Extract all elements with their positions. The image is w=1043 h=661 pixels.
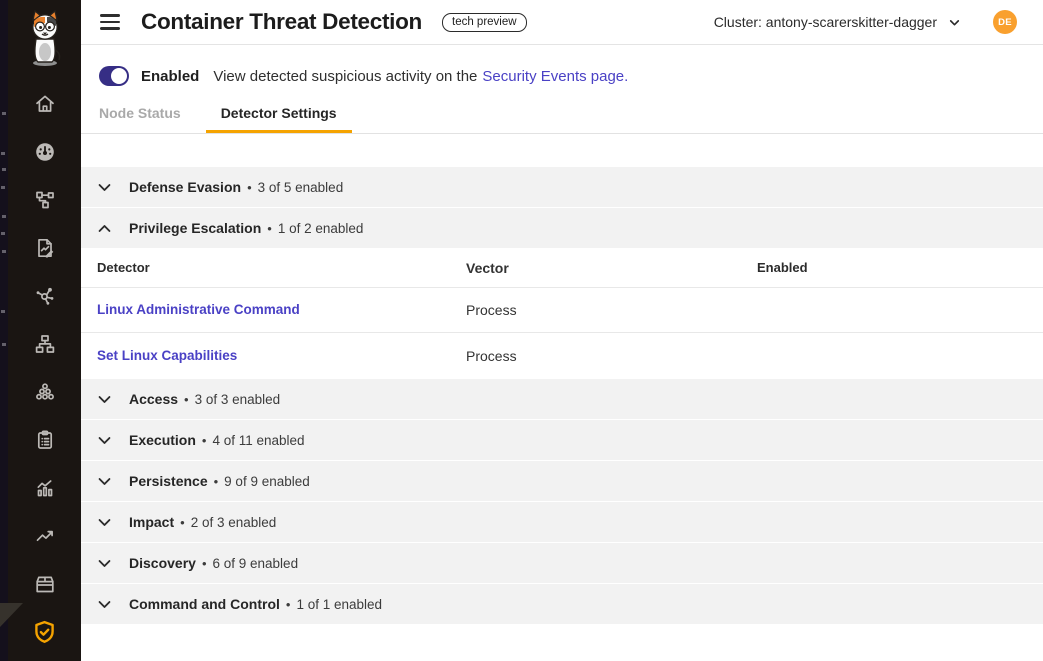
category-title: Persistence [129, 473, 208, 489]
corner-wedge-decoration [0, 603, 23, 627]
cat-mascot-logo[interactable] [21, 10, 69, 68]
category-section: Access • 3 of 3 enabled [81, 379, 1043, 419]
category-title: Execution [129, 432, 196, 448]
detector-sections: Defense Evasion • 3 of 5 enabled Privile… [81, 167, 1043, 624]
service-map-icon[interactable] [8, 272, 81, 320]
bullet-separator: • [214, 474, 219, 489]
cluster-selector-label: Cluster: antony-scarerskitter-dagger [714, 14, 937, 30]
report-edit-icon[interactable] [8, 224, 81, 272]
category-header[interactable]: Privilege Escalation • 1 of 2 enabled [81, 208, 1043, 248]
sub-header: Enabled View detected suspicious activit… [81, 45, 1043, 134]
bullet-separator: • [286, 597, 291, 612]
tech-preview-badge: tech preview [442, 13, 527, 32]
category-title: Command and Control [129, 596, 280, 612]
category-header[interactable]: Persistence • 9 of 9 enabled [81, 461, 1043, 501]
category-header[interactable]: Impact • 2 of 3 enabled [81, 502, 1043, 542]
bullet-separator: • [202, 556, 207, 571]
category-summary: 1 of 1 enabled [296, 597, 382, 612]
category-summary: 9 of 9 enabled [224, 474, 310, 489]
category-header[interactable]: Command and Control • 1 of 1 enabled [81, 584, 1043, 624]
category-header[interactable]: Execution • 4 of 11 enabled [81, 420, 1043, 460]
category-summary: 2 of 3 enabled [191, 515, 277, 530]
page-title: Container Threat Detection [141, 9, 422, 35]
detector-link[interactable]: Set Linux Capabilities [97, 348, 237, 363]
detector-table: Detector Vector Enabled Linux Administra… [81, 248, 1043, 378]
category-header[interactable]: Discovery • 6 of 9 enabled [81, 543, 1043, 583]
category-section: Discovery • 6 of 9 enabled [81, 543, 1043, 583]
main-panel: Container Threat Detection tech preview … [81, 0, 1043, 661]
bullet-separator: • [180, 515, 185, 530]
cluster-nodes-icon[interactable] [8, 368, 81, 416]
sidebar-nav [8, 80, 81, 656]
app-window: Container Threat Detection tech preview … [0, 0, 1043, 661]
tab-detector-settings[interactable]: Detector Settings [206, 105, 352, 133]
enabled-label: Enabled [141, 68, 199, 85]
bullet-separator: • [202, 433, 207, 448]
category-section: Execution • 4 of 11 enabled [81, 420, 1043, 460]
top-header: Container Threat Detection tech preview … [81, 0, 1043, 45]
clipboard-icon[interactable] [8, 416, 81, 464]
tab-bar: Node Status Detector Settings [81, 105, 1043, 133]
left-edge-strip [0, 0, 8, 661]
package-box-icon[interactable] [8, 560, 81, 608]
category-header[interactable]: Defense Evasion • 3 of 5 enabled [81, 167, 1043, 207]
chevron-icon [96, 473, 113, 490]
sidebar [8, 0, 81, 661]
chevron-icon [96, 220, 113, 237]
vector-value: Process [466, 348, 757, 364]
category-title: Access [129, 391, 178, 407]
chevron-icon [96, 555, 113, 572]
chevron-icon [96, 432, 113, 449]
bullet-separator: • [267, 221, 272, 236]
category-section: Persistence • 9 of 9 enabled [81, 461, 1043, 501]
category-title: Defense Evasion [129, 179, 241, 195]
column-header-enabled: Enabled [757, 260, 1043, 275]
bullet-separator: • [184, 392, 189, 407]
category-section: Command and Control • 1 of 1 enabled [81, 584, 1043, 624]
feature-enabled-toggle[interactable] [99, 66, 129, 86]
chevron-icon [96, 596, 113, 613]
trend-arrow-icon[interactable] [8, 512, 81, 560]
table-row: Linux Administrative Command Process [81, 288, 1043, 333]
tab-node-status[interactable]: Node Status [99, 105, 181, 133]
category-summary: 3 of 5 enabled [258, 180, 344, 195]
detector-link[interactable]: Linux Administrative Command [97, 302, 300, 317]
chevron-icon [96, 514, 113, 531]
dashboard-gauge-icon[interactable] [8, 128, 81, 176]
table-header-row: Detector Vector Enabled [81, 248, 1043, 288]
network-sitemap-icon[interactable] [8, 320, 81, 368]
category-section: Defense Evasion • 3 of 5 enabled [81, 167, 1043, 207]
category-summary: 4 of 11 enabled [212, 433, 304, 448]
column-header-vector: Vector [466, 260, 757, 276]
category-summary: 3 of 3 enabled [195, 392, 281, 407]
chevron-icon [96, 179, 113, 196]
chevron-down-icon [948, 16, 961, 29]
table-row: Set Linux Capabilities Process [81, 333, 1043, 378]
category-title: Privilege Escalation [129, 220, 261, 236]
category-header[interactable]: Access • 3 of 3 enabled [81, 379, 1043, 419]
hamburger-menu-icon[interactable] [100, 14, 120, 30]
user-avatar[interactable]: DE [993, 10, 1017, 34]
category-section: Impact • 2 of 3 enabled [81, 502, 1043, 542]
chevron-icon [96, 391, 113, 408]
topology-icon[interactable] [8, 176, 81, 224]
vector-value: Process [466, 302, 757, 318]
column-header-detector: Detector [81, 260, 466, 275]
bullet-separator: • [247, 180, 252, 195]
bar-chart-icon[interactable] [8, 464, 81, 512]
category-summary: 1 of 2 enabled [278, 221, 364, 236]
category-summary: 6 of 9 enabled [213, 556, 299, 571]
enabled-description: View detected suspicious activity on the [213, 68, 477, 85]
cluster-selector[interactable]: Cluster: antony-scarerskitter-dagger [714, 14, 961, 30]
home-icon[interactable] [8, 80, 81, 128]
category-section: Privilege Escalation • 1 of 2 enabled De… [81, 208, 1043, 378]
category-title: Discovery [129, 555, 196, 571]
security-events-link[interactable]: Security Events page. [482, 68, 628, 85]
category-title: Impact [129, 514, 174, 530]
